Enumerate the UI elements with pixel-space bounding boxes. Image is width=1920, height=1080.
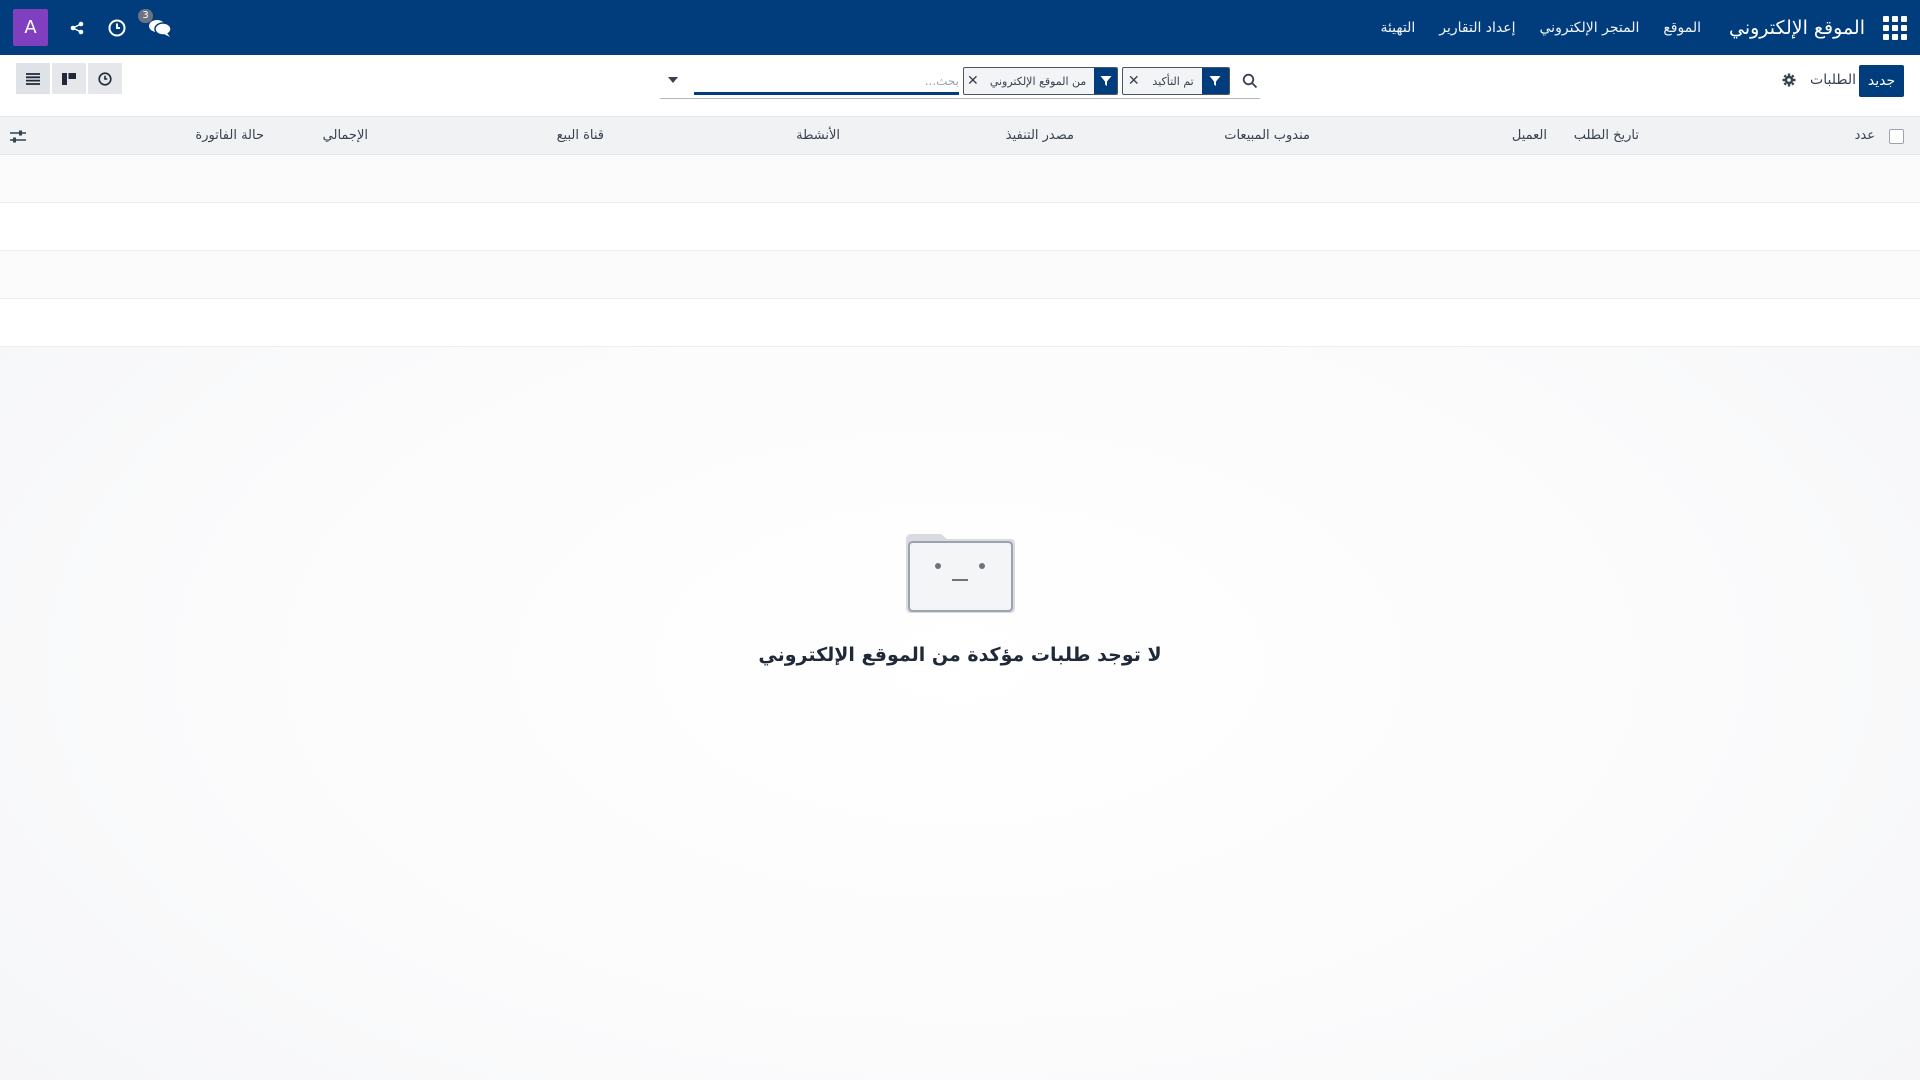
- col-sales-channel[interactable]: قناة البيع: [557, 128, 604, 143]
- search-facet-confirmed: تم التأكيد ✕: [1122, 67, 1230, 95]
- kanban-view-button[interactable]: [52, 63, 86, 94]
- col-total[interactable]: الإجمالي: [323, 128, 368, 143]
- select-all-checkbox[interactable]: [1889, 129, 1904, 144]
- placeholder-rows: [0, 155, 1920, 347]
- search-bar: تم التأكيد ✕ من الموقع الإلكتروني ✕: [660, 65, 1260, 99]
- main-menu: الموقع المتجر الإلكتروني إعداد التقارير …: [1380, 20, 1701, 36]
- menu-item-reporting[interactable]: إعداد التقارير: [1439, 20, 1515, 36]
- table-row: [0, 155, 1920, 203]
- list-header: عدد تاريخ الطلب العميل مندوب المبيعات مص…: [0, 117, 1920, 155]
- col-order-date[interactable]: تاريخ الطلب: [1574, 128, 1639, 143]
- search-facet-website: من الموقع الإلكتروني ✕: [963, 67, 1118, 95]
- empty-state: لا توجد طلبات مؤكدة من الموقع الإلكتروني: [0, 530, 1920, 666]
- empty-folder-icon: [903, 530, 1018, 616]
- breadcrumb: الطلبات: [1810, 72, 1856, 88]
- facet-label: تم التأكيد: [1152, 74, 1194, 88]
- new-button[interactable]: جديد: [1859, 65, 1904, 97]
- col-salesperson[interactable]: مندوب المبيعات: [1224, 128, 1310, 143]
- facet-remove-icon[interactable]: ✕: [1123, 68, 1144, 94]
- filter-funnel-icon: [1201, 68, 1229, 94]
- top-navbar: الموقع الإلكتروني الموقع المتجر الإلكترو…: [0, 0, 1920, 55]
- optional-columns-icon[interactable]: [10, 129, 26, 143]
- app-brand[interactable]: الموقع الإلكتروني: [1729, 17, 1865, 39]
- list-view-button[interactable]: [16, 63, 50, 94]
- activity-view-button[interactable]: [88, 63, 122, 94]
- view-switcher: [16, 63, 122, 94]
- table-row: [0, 251, 1920, 299]
- col-number[interactable]: عدد: [1855, 128, 1875, 143]
- search-input[interactable]: [694, 69, 959, 95]
- table-row: [0, 299, 1920, 347]
- col-fulfillment-source[interactable]: مصدر التنفيذ: [1006, 128, 1074, 143]
- share-icon[interactable]: [66, 17, 88, 39]
- menu-item-site[interactable]: الموقع: [1663, 20, 1701, 36]
- control-panel: جديد الطلبات تم التأكيد ✕ من الموقع الإل…: [0, 55, 1920, 117]
- apps-menu-icon[interactable]: [1883, 15, 1907, 40]
- col-customer[interactable]: العميل: [1512, 128, 1547, 143]
- table-row: [0, 203, 1920, 251]
- systray: A 3: [13, 8, 174, 46]
- filter-funnel-icon: [1094, 68, 1117, 94]
- messaging-icon[interactable]: 3: [138, 8, 174, 39]
- menu-item-ecommerce[interactable]: المتجر الإلكتروني: [1540, 20, 1640, 36]
- search-icon[interactable]: [1240, 73, 1258, 91]
- col-invoice-status[interactable]: حالة الفاتورة: [195, 128, 264, 143]
- menu-item-configuration[interactable]: التهيئة: [1380, 20, 1415, 36]
- messages-count-badge: 3: [138, 8, 153, 23]
- facet-label: من الموقع الإلكتروني: [989, 74, 1087, 88]
- user-avatar[interactable]: A: [13, 9, 48, 46]
- col-activities[interactable]: الأنشطة: [796, 128, 840, 143]
- empty-state-title: لا توجد طلبات مؤكدة من الموقع الإلكتروني: [758, 644, 1162, 666]
- gear-icon[interactable]: [1780, 72, 1796, 88]
- search-options-toggle-icon[interactable]: [668, 77, 678, 83]
- facet-remove-icon[interactable]: ✕: [964, 68, 982, 94]
- activity-clock-icon[interactable]: [106, 17, 128, 39]
